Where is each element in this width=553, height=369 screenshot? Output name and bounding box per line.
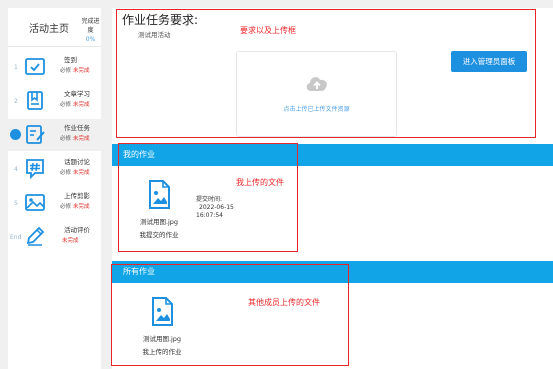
submit-time: 16:07:54 [196, 212, 223, 219]
annotation-label-others-upload: 其他成员上传的文件 [248, 298, 320, 307]
cloud-upload-icon [304, 72, 330, 94]
upload-dropzone[interactable]: 点击上传已上传文件资源 [236, 51, 397, 137]
pencil-icon [24, 226, 46, 247]
checkbox-icon [24, 56, 46, 77]
step-number: 1 [14, 64, 18, 71]
step-status: 未完成 [73, 204, 90, 210]
task-description: 测试用活动 [138, 31, 171, 39]
step-number: 5 [14, 200, 18, 207]
step-requirement: 必修 未完成 [60, 136, 90, 142]
step-number: End [10, 234, 22, 241]
file-name: 测试用图.jpg [139, 218, 179, 226]
main-panel: 作业任务要求: 测试用活动 进入管理员面板 点击上传已上传文件资源 我的作业 测… [112, 8, 553, 369]
step-requirement: 未完成 [60, 236, 79, 244]
admin-panel-button[interactable]: 进入管理员面板 [451, 51, 527, 72]
step-requirement: 必修 未完成 [60, 102, 90, 108]
bookmark-icon [24, 90, 46, 111]
submit-date: 2022-06-15 [199, 204, 234, 211]
edit-note-icon [24, 124, 46, 145]
step-name: 上传剪影 [64, 192, 90, 200]
sidebar-header: 活动主页 完成进度 0% [8, 8, 101, 46]
step-name: 作业任务 [64, 124, 90, 132]
image-file-icon [150, 297, 174, 327]
step-activity-evaluation[interactable]: End 活动评价 未完成 [8, 221, 101, 253]
my-work-header: 我的作业 [112, 144, 553, 166]
annotation-label-requirements: 要求以及上传框 [240, 26, 296, 35]
submit-time-label: 提交时间: [196, 196, 223, 203]
activity-home-title[interactable]: 活动主页 [29, 20, 69, 35]
hashtag-icon [24, 158, 46, 179]
step-number: 4 [14, 166, 18, 173]
progress-value: 0% [85, 36, 96, 43]
step-requirement: 必修 未完成 [60, 204, 90, 210]
step-checkin[interactable]: 1 签到 必修 未完成 [8, 51, 101, 83]
sidebar-divider [8, 46, 101, 47]
image-icon [24, 192, 46, 213]
file-owner-label: 我提交的作业 [139, 231, 179, 239]
step-status: 未完成 [73, 68, 90, 74]
step-name: 签到 [64, 56, 77, 64]
step-status: 未完成 [73, 136, 90, 142]
step-homework-task[interactable]: 作业任务 必修 未完成 [8, 119, 101, 151]
file-name: 测试用图.jpg [142, 335, 182, 343]
file-owner-label: 我上传的作业 [142, 348, 182, 356]
step-requirement: 必修 未完成 [60, 170, 90, 176]
step-upload-photos[interactable]: 5 上传剪影 必修 未完成 [8, 187, 101, 219]
progress-indicator: 完成进度 0% [80, 17, 101, 44]
step-requirement: 必修 未完成 [60, 68, 90, 74]
step-name: 文章学习 [64, 90, 90, 98]
step-number: 2 [14, 98, 18, 105]
step-status: 未完成 [62, 238, 79, 244]
step-status: 未完成 [73, 170, 90, 176]
step-name: 活动评价 [64, 226, 90, 234]
progress-label: 完成进度 [81, 18, 100, 34]
upload-hint-link[interactable]: 点击上传已上传文件资源 [237, 104, 396, 113]
all-work-header: 所有作业 [112, 261, 553, 283]
submit-info: 提交时间: 2022-06-15 16:07:54 [196, 196, 234, 220]
activity-sidebar: 活动主页 完成进度 0% 1 签到 必修 未完成 2 文章学习 必修 未完成 作业任… [8, 8, 101, 369]
annotation-label-my-upload: 我上传的文件 [236, 178, 284, 187]
step-topic-discussion[interactable]: 4 话题讨论 必修 未完成 [8, 153, 101, 185]
current-step-dot [10, 129, 21, 140]
step-article-study[interactable]: 2 文章学习 必修 未完成 [8, 85, 101, 117]
task-title: 作业任务要求: [122, 13, 199, 27]
image-file-icon [147, 180, 171, 210]
step-name: 话题讨论 [64, 158, 90, 166]
step-status: 未完成 [73, 102, 90, 108]
